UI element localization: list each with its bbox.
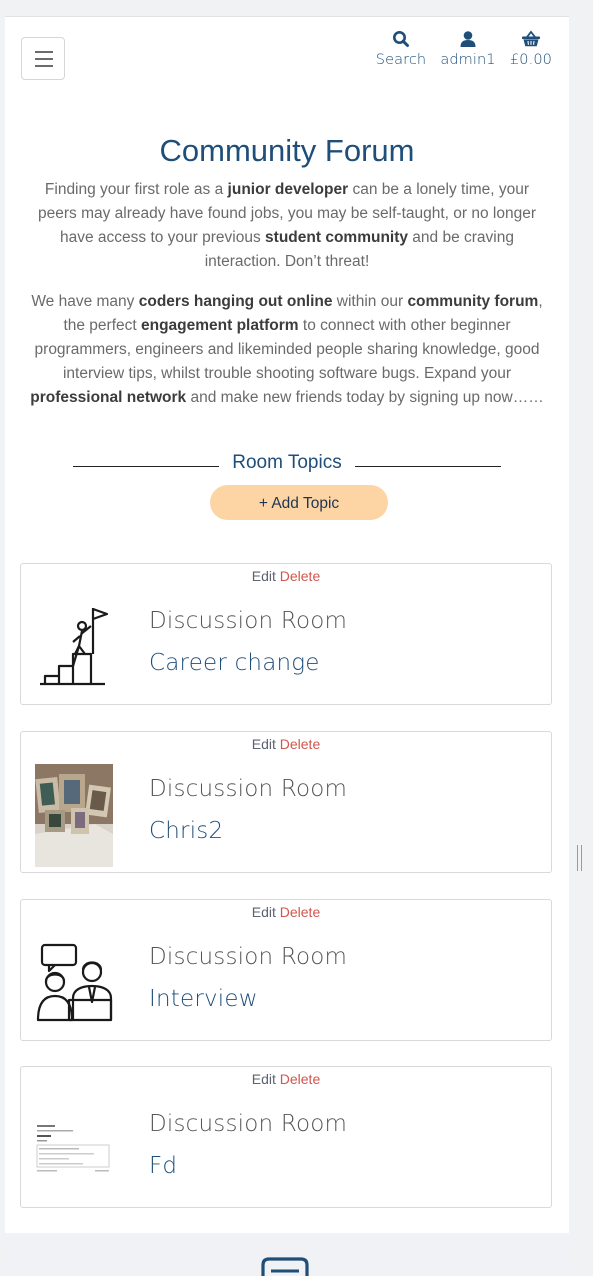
room-actions: Edit Delete: [21, 904, 551, 920]
room-card: Edit Delete Discussion Room Chris2: [20, 731, 552, 873]
nav-search-label: Search: [375, 52, 427, 68]
hamburger-icon-bar: [35, 65, 53, 67]
intro-text: and make new friends today by signing up…: [186, 389, 544, 406]
delete-room-link[interactable]: Delete: [280, 568, 320, 584]
delete-room-link[interactable]: Delete: [280, 1071, 320, 1087]
room-actions: Edit Delete: [21, 736, 551, 752]
intro-text: within our: [332, 293, 407, 310]
room-card: Edit Delete Discussion Room I: [20, 899, 552, 1041]
intro-text: Finding your first role as a: [45, 181, 228, 198]
intro-highlight: engagement platform: [141, 317, 299, 334]
hamburger-icon-bar: [35, 58, 53, 60]
nav-basket[interactable]: £0.00: [508, 29, 554, 68]
intro-highlight: professional network: [30, 389, 186, 406]
intro-paragraph-1: Finding your first role as a junior deve…: [27, 178, 547, 274]
room-card: Edit Delete Discussion Room Fd: [20, 1066, 552, 1208]
delete-room-link[interactable]: Delete: [280, 736, 320, 752]
room-actions: Edit Delete: [21, 1071, 551, 1087]
room-topics-heading: Room Topics: [5, 452, 569, 474]
basket-icon: [521, 29, 541, 51]
room-name-link[interactable]: Fd: [149, 1153, 177, 1179]
footer: [5, 1233, 569, 1276]
search-icon: [392, 29, 410, 51]
scrollbar-grip[interactable]: [577, 845, 582, 871]
nav-basket-label: £0.00: [508, 52, 554, 68]
forum-footer-icon: [257, 1257, 313, 1276]
nav-search[interactable]: Search: [375, 29, 427, 68]
hamburger-icon: [35, 51, 53, 53]
room-actions: Edit Delete: [21, 568, 551, 584]
intro-text: We have many: [31, 293, 138, 310]
delete-room-link[interactable]: Delete: [280, 904, 320, 920]
photo-frames-image[interactable]: [35, 764, 113, 867]
intro-highlight: junior developer: [228, 181, 349, 198]
edit-room-link[interactable]: Edit: [252, 568, 276, 584]
career-climb-icon[interactable]: [35, 596, 113, 699]
page: Search admin1 £0.00 Community Forum Find…: [5, 16, 569, 1276]
document-screenshot-image[interactable]: [35, 1099, 113, 1202]
room-name-link[interactable]: Interview: [149, 986, 258, 1012]
divider-right: [355, 466, 501, 467]
add-topic-button[interactable]: + Add Topic: [210, 485, 388, 520]
edit-room-link[interactable]: Edit: [252, 736, 276, 752]
intro-highlight: coders hanging out online: [139, 293, 333, 310]
interview-people-icon[interactable]: [35, 932, 113, 1035]
room-name-link[interactable]: Chris2: [149, 818, 223, 844]
intro-highlight: community forum: [407, 293, 538, 310]
intro-paragraph-2: We have many coders hanging out online w…: [27, 290, 547, 410]
room-label: Discussion Room: [149, 944, 347, 970]
room-name-link[interactable]: Career change: [149, 650, 320, 676]
intro-highlight: student community: [265, 229, 408, 246]
menu-toggle-button[interactable]: [21, 37, 65, 80]
edit-room-link[interactable]: Edit: [252, 904, 276, 920]
room-label: Discussion Room: [149, 776, 347, 802]
room-card: Edit Delete Discussion Room Career chang…: [20, 563, 552, 705]
edit-room-link[interactable]: Edit: [252, 1071, 276, 1087]
room-label: Discussion Room: [149, 608, 347, 634]
nav-account-label: admin1: [439, 52, 497, 68]
room-label: Discussion Room: [149, 1111, 347, 1137]
nav-account[interactable]: admin1: [439, 29, 497, 68]
page-title: Community Forum: [5, 133, 569, 169]
user-icon: [459, 29, 477, 51]
